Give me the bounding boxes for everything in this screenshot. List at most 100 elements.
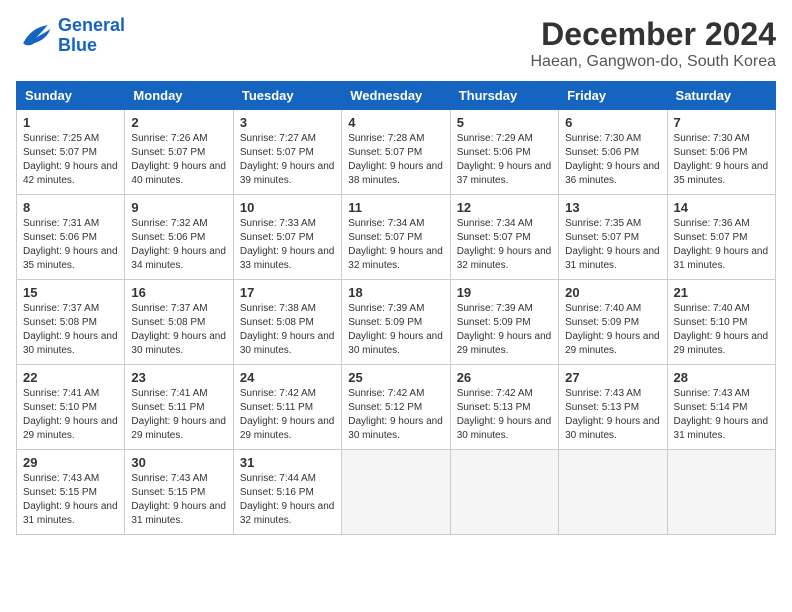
day-info: Sunrise: 7:30 AMSunset: 5:06 PMDaylight:… bbox=[565, 132, 660, 188]
day-info: Sunrise: 7:38 AMSunset: 5:08 PMDaylight:… bbox=[240, 302, 335, 358]
calendar-cell: 28 Sunrise: 7:43 AMSunset: 5:14 PMDaylig… bbox=[667, 365, 775, 450]
day-number: 5 bbox=[457, 115, 552, 130]
calendar-cell bbox=[667, 450, 775, 535]
calendar-cell bbox=[559, 450, 667, 535]
day-info: Sunrise: 7:34 AMSunset: 5:07 PMDaylight:… bbox=[348, 217, 443, 273]
day-number: 20 bbox=[565, 285, 660, 300]
day-number: 28 bbox=[674, 370, 769, 385]
calendar-cell: 26 Sunrise: 7:42 AMSunset: 5:13 PMDaylig… bbox=[450, 365, 558, 450]
calendar-cell: 7 Sunrise: 7:30 AMSunset: 5:06 PMDayligh… bbox=[667, 110, 775, 195]
day-number: 7 bbox=[674, 115, 769, 130]
calendar-cell: 15 Sunrise: 7:37 AMSunset: 5:08 PMDaylig… bbox=[17, 280, 125, 365]
calendar-cell: 29 Sunrise: 7:43 AMSunset: 5:15 PMDaylig… bbox=[17, 450, 125, 535]
day-info: Sunrise: 7:42 AMSunset: 5:11 PMDaylight:… bbox=[240, 387, 335, 443]
calendar-week-row: 22 Sunrise: 7:41 AMSunset: 5:10 PMDaylig… bbox=[17, 365, 776, 450]
logo-text: General Blue bbox=[58, 16, 125, 56]
calendar-table: SundayMondayTuesdayWednesdayThursdayFrid… bbox=[16, 81, 776, 535]
calendar-cell: 23 Sunrise: 7:41 AMSunset: 5:11 PMDaylig… bbox=[125, 365, 233, 450]
day-info: Sunrise: 7:43 AMSunset: 5:14 PMDaylight:… bbox=[674, 387, 769, 443]
day-info: Sunrise: 7:26 AMSunset: 5:07 PMDaylight:… bbox=[131, 132, 226, 188]
day-number: 17 bbox=[240, 285, 335, 300]
day-info: Sunrise: 7:27 AMSunset: 5:07 PMDaylight:… bbox=[240, 132, 335, 188]
month-title: December 2024 bbox=[531, 16, 777, 53]
calendar-cell: 30 Sunrise: 7:43 AMSunset: 5:15 PMDaylig… bbox=[125, 450, 233, 535]
calendar-week-row: 1 Sunrise: 7:25 AMSunset: 5:07 PMDayligh… bbox=[17, 110, 776, 195]
day-number: 31 bbox=[240, 455, 335, 470]
calendar-cell: 18 Sunrise: 7:39 AMSunset: 5:09 PMDaylig… bbox=[342, 280, 450, 365]
calendar-cell: 14 Sunrise: 7:36 AMSunset: 5:07 PMDaylig… bbox=[667, 195, 775, 280]
day-info: Sunrise: 7:25 AMSunset: 5:07 PMDaylight:… bbox=[23, 132, 118, 188]
header-sunday: Sunday bbox=[17, 82, 125, 110]
page-header: General Blue December 2024 Haean, Gangwo… bbox=[16, 16, 776, 71]
day-number: 8 bbox=[23, 200, 118, 215]
calendar-cell: 24 Sunrise: 7:42 AMSunset: 5:11 PMDaylig… bbox=[233, 365, 341, 450]
calendar-cell: 22 Sunrise: 7:41 AMSunset: 5:10 PMDaylig… bbox=[17, 365, 125, 450]
calendar-cell: 31 Sunrise: 7:44 AMSunset: 5:16 PMDaylig… bbox=[233, 450, 341, 535]
calendar-cell: 13 Sunrise: 7:35 AMSunset: 5:07 PMDaylig… bbox=[559, 195, 667, 280]
day-number: 29 bbox=[23, 455, 118, 470]
day-number: 22 bbox=[23, 370, 118, 385]
day-number: 19 bbox=[457, 285, 552, 300]
day-number: 3 bbox=[240, 115, 335, 130]
day-number: 11 bbox=[348, 200, 443, 215]
calendar-cell: 10 Sunrise: 7:33 AMSunset: 5:07 PMDaylig… bbox=[233, 195, 341, 280]
calendar-week-row: 15 Sunrise: 7:37 AMSunset: 5:08 PMDaylig… bbox=[17, 280, 776, 365]
day-info: Sunrise: 7:43 AMSunset: 5:13 PMDaylight:… bbox=[565, 387, 660, 443]
calendar-week-row: 8 Sunrise: 7:31 AMSunset: 5:06 PMDayligh… bbox=[17, 195, 776, 280]
day-number: 24 bbox=[240, 370, 335, 385]
day-info: Sunrise: 7:34 AMSunset: 5:07 PMDaylight:… bbox=[457, 217, 552, 273]
day-info: Sunrise: 7:37 AMSunset: 5:08 PMDaylight:… bbox=[23, 302, 118, 358]
day-number: 9 bbox=[131, 200, 226, 215]
calendar-cell: 21 Sunrise: 7:40 AMSunset: 5:10 PMDaylig… bbox=[667, 280, 775, 365]
title-section: December 2024 Haean, Gangwon-do, South K… bbox=[531, 16, 777, 71]
day-info: Sunrise: 7:37 AMSunset: 5:08 PMDaylight:… bbox=[131, 302, 226, 358]
day-info: Sunrise: 7:30 AMSunset: 5:06 PMDaylight:… bbox=[674, 132, 769, 188]
header-tuesday: Tuesday bbox=[233, 82, 341, 110]
day-number: 18 bbox=[348, 285, 443, 300]
day-info: Sunrise: 7:28 AMSunset: 5:07 PMDaylight:… bbox=[348, 132, 443, 188]
day-info: Sunrise: 7:43 AMSunset: 5:15 PMDaylight:… bbox=[131, 472, 226, 528]
day-number: 10 bbox=[240, 200, 335, 215]
day-number: 13 bbox=[565, 200, 660, 215]
logo: General Blue bbox=[16, 16, 125, 56]
day-info: Sunrise: 7:39 AMSunset: 5:09 PMDaylight:… bbox=[457, 302, 552, 358]
calendar-cell: 11 Sunrise: 7:34 AMSunset: 5:07 PMDaylig… bbox=[342, 195, 450, 280]
logo-icon bbox=[16, 18, 52, 54]
day-info: Sunrise: 7:29 AMSunset: 5:06 PMDaylight:… bbox=[457, 132, 552, 188]
day-info: Sunrise: 7:44 AMSunset: 5:16 PMDaylight:… bbox=[240, 472, 335, 528]
calendar-cell: 5 Sunrise: 7:29 AMSunset: 5:06 PMDayligh… bbox=[450, 110, 558, 195]
day-number: 16 bbox=[131, 285, 226, 300]
day-number: 1 bbox=[23, 115, 118, 130]
day-info: Sunrise: 7:33 AMSunset: 5:07 PMDaylight:… bbox=[240, 217, 335, 273]
day-info: Sunrise: 7:42 AMSunset: 5:13 PMDaylight:… bbox=[457, 387, 552, 443]
day-info: Sunrise: 7:41 AMSunset: 5:10 PMDaylight:… bbox=[23, 387, 118, 443]
calendar-cell: 27 Sunrise: 7:43 AMSunset: 5:13 PMDaylig… bbox=[559, 365, 667, 450]
day-info: Sunrise: 7:35 AMSunset: 5:07 PMDaylight:… bbox=[565, 217, 660, 273]
calendar-cell: 2 Sunrise: 7:26 AMSunset: 5:07 PMDayligh… bbox=[125, 110, 233, 195]
day-info: Sunrise: 7:41 AMSunset: 5:11 PMDaylight:… bbox=[131, 387, 226, 443]
day-number: 4 bbox=[348, 115, 443, 130]
calendar-cell: 17 Sunrise: 7:38 AMSunset: 5:08 PMDaylig… bbox=[233, 280, 341, 365]
day-number: 15 bbox=[23, 285, 118, 300]
calendar-cell bbox=[342, 450, 450, 535]
calendar-cell: 1 Sunrise: 7:25 AMSunset: 5:07 PMDayligh… bbox=[17, 110, 125, 195]
calendar-cell: 12 Sunrise: 7:34 AMSunset: 5:07 PMDaylig… bbox=[450, 195, 558, 280]
calendar-week-row: 29 Sunrise: 7:43 AMSunset: 5:15 PMDaylig… bbox=[17, 450, 776, 535]
day-number: 6 bbox=[565, 115, 660, 130]
day-info: Sunrise: 7:32 AMSunset: 5:06 PMDaylight:… bbox=[131, 217, 226, 273]
calendar-cell: 3 Sunrise: 7:27 AMSunset: 5:07 PMDayligh… bbox=[233, 110, 341, 195]
calendar-cell bbox=[450, 450, 558, 535]
calendar-cell: 8 Sunrise: 7:31 AMSunset: 5:06 PMDayligh… bbox=[17, 195, 125, 280]
day-number: 30 bbox=[131, 455, 226, 470]
day-number: 2 bbox=[131, 115, 226, 130]
calendar-cell: 6 Sunrise: 7:30 AMSunset: 5:06 PMDayligh… bbox=[559, 110, 667, 195]
day-number: 14 bbox=[674, 200, 769, 215]
day-info: Sunrise: 7:31 AMSunset: 5:06 PMDaylight:… bbox=[23, 217, 118, 273]
day-info: Sunrise: 7:43 AMSunset: 5:15 PMDaylight:… bbox=[23, 472, 118, 528]
calendar-cell: 9 Sunrise: 7:32 AMSunset: 5:06 PMDayligh… bbox=[125, 195, 233, 280]
day-info: Sunrise: 7:39 AMSunset: 5:09 PMDaylight:… bbox=[348, 302, 443, 358]
header-thursday: Thursday bbox=[450, 82, 558, 110]
calendar-cell: 25 Sunrise: 7:42 AMSunset: 5:12 PMDaylig… bbox=[342, 365, 450, 450]
day-number: 26 bbox=[457, 370, 552, 385]
header-wednesday: Wednesday bbox=[342, 82, 450, 110]
